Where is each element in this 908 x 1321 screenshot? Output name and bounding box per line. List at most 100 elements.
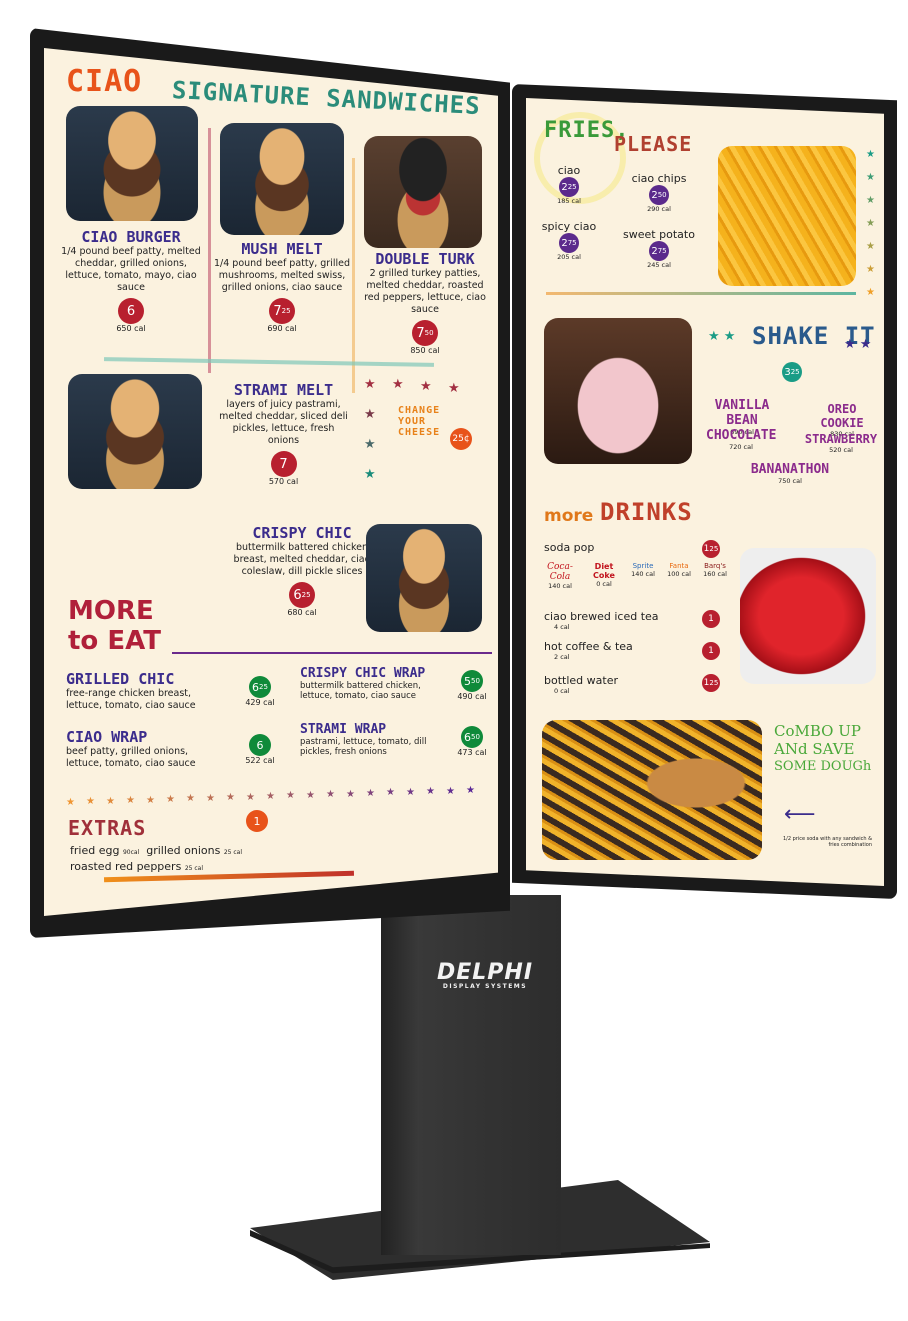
star-icon: ★ <box>146 794 155 806</box>
brand-logo: DELPHI DISPLAY SYSTEMS <box>410 960 560 990</box>
bottled-water-price: 1 25 <box>702 674 720 692</box>
star-icon: ★ <box>866 241 875 252</box>
star-icon: ★ <box>246 791 255 803</box>
star-icon: ★ <box>364 467 376 482</box>
star-icon: ★ <box>866 264 875 275</box>
menu-item-grilled-chic[interactable]: GRILLED CHIC free-range chicken breast, … <box>66 670 226 712</box>
brush-stroke <box>103 357 435 367</box>
fries-item-ciao[interactable]: ciao 2 25 185 cal <box>546 164 592 205</box>
price-badge: 6 25 <box>289 582 315 608</box>
soda-sprite[interactable]: Sprite 140 cal <box>628 562 658 590</box>
crispy-chic-photo <box>366 524 482 632</box>
star-icon: ★ <box>126 795 135 807</box>
star-icon: ★ <box>106 795 115 807</box>
price-badge: 7 <box>270 451 297 477</box>
star-icon: ★ <box>364 377 376 392</box>
drink-hot-coffee-tea[interactable]: hot coffee & tea 2 cal <box>544 640 724 661</box>
item-desc: layers of juicy pastrami, melted cheddar… <box>219 399 348 446</box>
item-desc: 1/4 pound beef patty, melted cheddar, gr… <box>61 246 201 293</box>
calories: 680 cal <box>287 608 317 617</box>
calories: 650 cal <box>116 324 146 333</box>
shake-chocolate[interactable]: CHOCOLATE 720 cal <box>706 428 776 451</box>
menu-item-strami-melt[interactable]: STRAMI MELT layers of juicy pastrami, me… <box>216 381 351 486</box>
right-menu-screen: FRIES, PLEASE ciao 2 25 185 cal ciao chip… <box>526 98 884 886</box>
double-turk-photo <box>364 136 482 248</box>
stand-pole-side <box>381 895 419 1255</box>
item-name: MUSH MELT <box>241 240 323 258</box>
shake-price: 3 25 <box>782 362 802 382</box>
menu-item-crispy-chic-wrap[interactable]: CRISPY CHIC WRAP buttermilk battered chi… <box>300 666 440 701</box>
item-name: CRISPY CHIC <box>252 524 352 542</box>
menu-item-ciao-wrap[interactable]: CIAO WRAP beef patty, grilled onions, le… <box>66 728 226 770</box>
soda-price: 1 25 <box>702 540 720 558</box>
star-icon: ★ <box>866 149 875 160</box>
brush-stroke <box>546 292 856 295</box>
change-cheese-label: CHANGE YOUR CHEESE <box>398 405 441 438</box>
calories: 570 cal <box>268 477 299 486</box>
drinks-title-a: more <box>544 506 594 526</box>
combo-headline: CoMBO UP ANd SAVE SOME DOUGh <box>774 722 872 774</box>
star-icon: ★ <box>186 793 195 805</box>
mush-melt-photo <box>220 123 344 235</box>
star-icon: ★ <box>406 786 415 798</box>
menu-item-ciao-burger[interactable]: CIAO BURGER 1/4 pound beef patty, melted… <box>56 228 206 333</box>
fries-item-ciao-chips[interactable]: ciao chips 2 50 290 cal <box>624 172 694 213</box>
star-icon: ★ <box>346 788 355 800</box>
star-icon: ★ <box>446 785 455 797</box>
star-icon: ★ <box>86 796 95 808</box>
price-badge: 6 <box>118 298 144 324</box>
ciao-burger-photo <box>66 106 198 221</box>
shake-strawberry[interactable]: STRAWBERRY 520 cal <box>802 432 880 454</box>
drinks-title-b: DRINKS <box>600 498 693 526</box>
star-icon: ★ <box>386 787 395 799</box>
star-icon: ★ <box>266 791 275 802</box>
star-icon: ★ <box>166 794 175 805</box>
price-badge: 7 25 <box>269 298 295 324</box>
star-icon: ★ <box>226 792 235 804</box>
star-icon: ★ <box>420 379 432 394</box>
arrow-left-icon: ⟵ <box>784 802 816 827</box>
left-menu-screen: CIAO SIGNATURE SANDWICHES CIAO BURGER 1/… <box>44 48 498 916</box>
item-desc: buttermilk battered chicken breast, melt… <box>233 542 371 577</box>
star-column: ★ ★ ★ ★ ★ ★ ★ <box>866 150 880 310</box>
item-desc: 2 grilled turkey patties, melted cheddar… <box>364 268 486 315</box>
shake-bananathon[interactable]: BANANATHON 750 cal <box>750 462 830 485</box>
star-icon: ★ <box>866 218 875 229</box>
hot-coffee-price: 1 <box>702 642 720 660</box>
drink-bottled-water[interactable]: bottled water 0 cal <box>544 674 724 695</box>
star-icon: ★ <box>364 407 376 422</box>
extras-price: 1 <box>246 810 268 832</box>
menu-item-crispy-chic[interactable]: CRISPY CHIC buttermilk battered chicken … <box>232 524 372 617</box>
change-cheese-price: 25¢ <box>450 428 472 450</box>
star-icon: ★ <box>392 377 404 392</box>
fries-title-b: PLEASE <box>614 132 693 156</box>
star-icon: ★ <box>206 792 215 804</box>
item-name: DOUBLE TURK <box>375 250 475 268</box>
soda-fanta[interactable]: Fanta 100 cal <box>664 562 694 590</box>
soda-brands: Coca-Cola 140 cal Diet Coke 0 cal Sprite 14… <box>540 562 730 590</box>
soda-diet-coke[interactable]: Diet Coke 0 cal <box>586 562 622 590</box>
calories: 850 cal <box>410 346 440 355</box>
star-icon: ★ <box>448 381 460 396</box>
soda-barqs[interactable]: Barq's 160 cal <box>700 562 730 590</box>
star-icon: ★ <box>326 789 335 801</box>
fries-item-spicy-ciao[interactable]: spicy ciao 2 75 205 cal <box>538 220 600 261</box>
crispy-chic-wrap-price: 5 50 490 cal <box>452 670 492 701</box>
star-icon: ★ <box>866 287 875 298</box>
fries-item-sweet-potato[interactable]: sweet potato 2 75 245 cal <box>620 228 698 269</box>
star-icon: ★ ★ <box>844 337 872 352</box>
extras-list: fried egg 90cal grilled onions 25 cal ro… <box>70 844 243 873</box>
drink-iced-tea[interactable]: ciao brewed iced tea 4 cal <box>544 610 724 631</box>
star-icon: ★ <box>466 785 475 796</box>
menu-item-strami-wrap[interactable]: STRAMI WRAP pastrami, lettuce, tomato, d… <box>300 722 440 757</box>
header-ciao: CIAO <box>66 64 143 99</box>
menu-item-mush-melt[interactable]: MUSH MELT 1/4 pound beef patty, grilled … <box>208 240 356 333</box>
coke-cup-photo <box>740 548 876 684</box>
menu-item-double-turk[interactable]: DOUBLE TURK 2 grilled turkey patties, me… <box>358 250 492 355</box>
soda-coca-cola[interactable]: Coca-Cola 140 cal <box>540 562 580 590</box>
star-icon: ★ <box>66 797 75 808</box>
star-icon: ★ <box>866 195 875 206</box>
star-icon: ★ ★ <box>708 329 736 344</box>
combo-note: 1/2 price soda with any sandwich & fries… <box>782 836 872 848</box>
divider <box>172 652 492 654</box>
